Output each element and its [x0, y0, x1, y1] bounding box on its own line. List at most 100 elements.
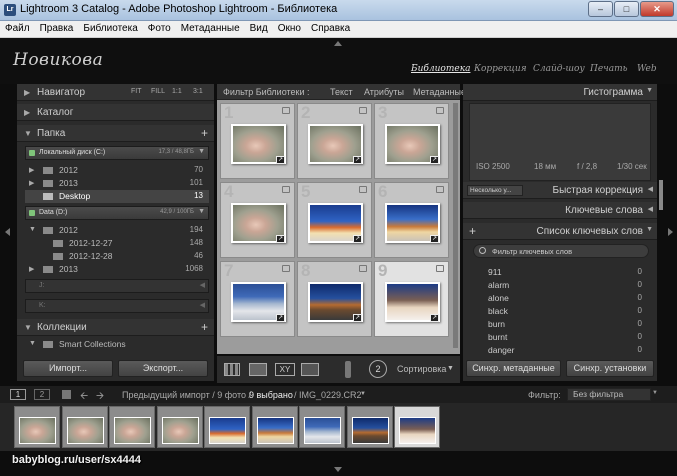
- collapse-bottom-icon[interactable]: [334, 467, 342, 472]
- flag-icon[interactable]: [436, 107, 444, 114]
- collapse-top-icon[interactable]: [334, 41, 342, 46]
- menu-edit[interactable]: Правка: [35, 21, 79, 37]
- secondary-window-button[interactable]: 2: [34, 389, 50, 400]
- grid-cell[interactable]: 6 ↗: [374, 182, 449, 258]
- keyword-row[interactable]: black 0: [478, 305, 648, 318]
- flag-icon[interactable]: [282, 107, 290, 114]
- add-collection-button[interactable]: +: [201, 320, 208, 334]
- module-slideshow[interactable]: Слайд-шоу: [533, 64, 585, 74]
- sync-metadata-button[interactable]: Синхр. метаданные: [466, 360, 561, 377]
- sort-dropdown-icon[interactable]: ▼: [447, 365, 454, 372]
- keyword-row[interactable]: alone 0: [478, 292, 648, 305]
- photo-thumbnail[interactable]: [352, 417, 389, 444]
- keyword-filter-input[interactable]: Фильтр ключевых слов: [473, 244, 649, 258]
- survey-view-icon[interactable]: [301, 363, 319, 376]
- add-folder-button[interactable]: +: [201, 126, 208, 140]
- photo-thumbnail[interactable]: [209, 417, 246, 444]
- keyword-row[interactable]: alarm 0: [478, 279, 648, 292]
- import-button[interactable]: Импорт...: [23, 360, 113, 377]
- module-web[interactable]: Web: [637, 64, 657, 74]
- spray-can-icon[interactable]: [345, 361, 351, 378]
- flag-icon[interactable]: [282, 265, 290, 272]
- filmstrip-cell[interactable]: [299, 406, 345, 448]
- grid-cell[interactable]: 7 ↗: [220, 261, 295, 337]
- minimize-button[interactable]: –: [588, 1, 613, 17]
- filter-tab-text[interactable]: Текст: [330, 87, 353, 97]
- folder-row[interactable]: 2012-12-27 148: [25, 237, 209, 250]
- grid-cell[interactable]: 1 ↗: [220, 103, 295, 179]
- zoom-3-1[interactable]: 3:1: [193, 88, 203, 95]
- zoom-fill[interactable]: FILL: [151, 88, 165, 95]
- sync-settings-button[interactable]: Синхр. установки: [566, 360, 654, 377]
- flag-icon[interactable]: [359, 265, 367, 272]
- flag-icon[interactable]: [436, 186, 444, 193]
- folder-row[interactable]: 2012-12-28 46: [25, 250, 209, 263]
- grid-cell[interactable]: 2 ↗: [297, 103, 372, 179]
- preset-select[interactable]: Несколько у...: [467, 185, 523, 196]
- primary-window-button[interactable]: 1: [10, 389, 26, 400]
- collection-row[interactable]: ▼ Smart Collections: [25, 338, 209, 351]
- keyword-row[interactable]: burnt 0: [478, 331, 648, 344]
- navigator-header[interactable]: ▶ Навигатор FIT FILL 1:1 3:1: [17, 84, 214, 101]
- filter-tab-metadata[interactable]: Метаданные: [413, 87, 466, 97]
- filter-select[interactable]: Без фильтра: [567, 388, 651, 401]
- export-button[interactable]: Экспорт...: [118, 360, 208, 377]
- filmstrip-cell[interactable]: [62, 406, 108, 448]
- flag-icon[interactable]: [436, 265, 444, 272]
- photo-thumbnail[interactable]: [399, 417, 436, 444]
- grid-view-icon[interactable]: [224, 363, 240, 376]
- filter-tab-attributes[interactable]: Атрибуты: [364, 87, 404, 97]
- filmstrip-cell[interactable]: [109, 406, 155, 448]
- folder-row[interactable]: ▶ 2012 70: [25, 164, 209, 177]
- keyword-row[interactable]: 911 0: [478, 266, 648, 279]
- menu-photo[interactable]: Фото: [143, 21, 176, 37]
- folder-row[interactable]: ▼ 2012 194: [25, 224, 209, 237]
- filmstrip-cell[interactable]: [252, 406, 298, 448]
- photo-thumbnail[interactable]: [162, 417, 199, 444]
- collections-header[interactable]: ▼ Коллекции +: [17, 319, 214, 336]
- keyword-list-header[interactable]: + Список ключевых слов ▼: [463, 223, 657, 240]
- menu-window[interactable]: Окно: [273, 21, 306, 37]
- menu-metadata[interactable]: Метаданные: [176, 21, 245, 37]
- volume-c[interactable]: Локальный диск (C:) 17,3 / 48,8ГБ ▼: [25, 146, 209, 160]
- filmstrip-cell[interactable]: [157, 406, 203, 448]
- collapse-right-icon[interactable]: [668, 228, 673, 236]
- chevron-down-icon[interactable]: ▼: [652, 390, 658, 396]
- compare-view-icon[interactable]: XY: [275, 363, 295, 376]
- loupe-view-icon[interactable]: [249, 363, 267, 376]
- menu-library[interactable]: Библиотека: [78, 21, 142, 37]
- keyword-row[interactable]: burn 0: [478, 318, 648, 331]
- photo-thumbnail[interactable]: [304, 417, 341, 444]
- grid-cell[interactable]: 3 ↗: [374, 103, 449, 179]
- grid-view-icon[interactable]: [62, 390, 71, 399]
- sort-label[interactable]: Сортировка: [397, 364, 446, 374]
- flag-icon[interactable]: [359, 186, 367, 193]
- chevron-down-icon[interactable]: ▼: [360, 391, 366, 397]
- quick-develop-header[interactable]: Несколько у... Быстрая коррекция ◀: [463, 182, 657, 199]
- photo-thumbnail[interactable]: [257, 417, 294, 444]
- menu-help[interactable]: Справка: [306, 21, 355, 37]
- menu-file[interactable]: Файл: [0, 21, 35, 37]
- photo-thumbnail[interactable]: [67, 417, 104, 444]
- collapse-left-icon[interactable]: [5, 228, 10, 236]
- folder-row-selected[interactable]: Desktop 13: [25, 190, 209, 203]
- filmstrip-cell-selected[interactable]: [394, 406, 440, 448]
- filmstrip-cell[interactable]: [347, 406, 393, 448]
- folder-row[interactable]: ▶ 2013 101: [25, 177, 209, 190]
- grid-scrollbar[interactable]: [453, 103, 458, 348]
- keyword-row[interactable]: danger 0: [478, 344, 648, 357]
- folder-row[interactable]: ▶ 2013 1068: [25, 263, 209, 276]
- volume-k[interactable]: K: ◀: [25, 299, 209, 313]
- zoom-fit[interactable]: FIT: [131, 88, 142, 95]
- catalog-header[interactable]: ▶ Каталог: [17, 104, 214, 121]
- histogram-header[interactable]: Гистограмма ▼: [463, 84, 657, 101]
- grid-cell[interactable]: 4 ↗: [220, 182, 295, 258]
- volume-d[interactable]: Data (D:) 42,9 / 100ГБ ▼: [25, 206, 209, 220]
- flag-icon[interactable]: [282, 186, 290, 193]
- grid-cell[interactable]: 8 ↗: [297, 261, 372, 337]
- grid-cell-selected[interactable]: 9 ↗: [374, 261, 449, 337]
- filmstrip-source[interactable]: Предыдущий импорт / 9 фото /: [122, 390, 251, 400]
- maximize-button[interactable]: □: [614, 1, 639, 17]
- module-library[interactable]: Библиотека: [411, 64, 470, 74]
- photo-thumbnail[interactable]: [114, 417, 151, 444]
